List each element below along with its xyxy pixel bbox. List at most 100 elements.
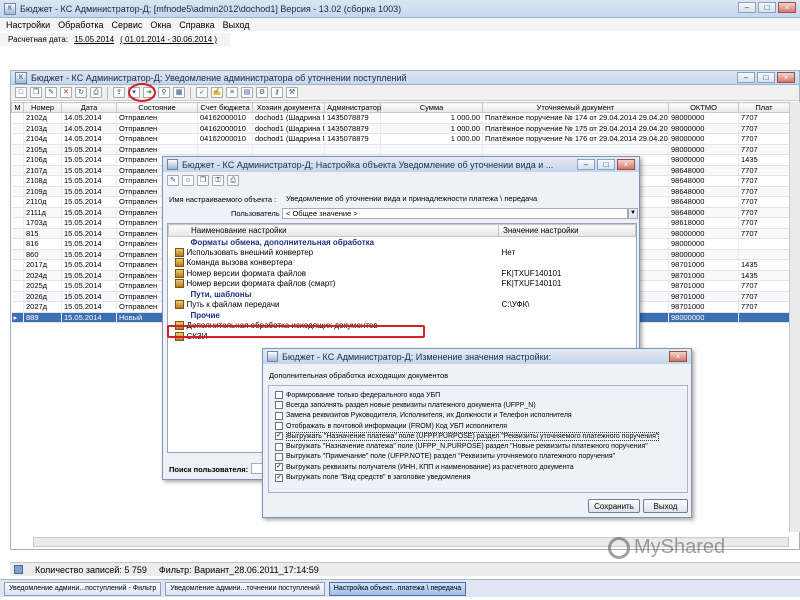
column-header[interactable]: Уточняемый документ <box>482 102 669 113</box>
settings-group[interactable]: Пути, шаблоны <box>169 289 636 300</box>
checkbox-checked[interactable]: ✓ <box>275 463 283 472</box>
report-icon[interactable]: ▤ <box>241 87 253 98</box>
option-row[interactable]: Замена реквизитов Руководителя, Исполнит… <box>275 411 687 421</box>
checkbox-unchecked[interactable] <box>275 442 283 451</box>
vertical-scrollbar[interactable] <box>789 102 800 532</box>
new-document-icon[interactable]: □ <box>15 87 27 98</box>
menu-item-3[interactable]: Окна <box>150 20 171 30</box>
option-row[interactable]: ✓ Выгружать реквизиты получателя (ИНН, КП… <box>275 462 687 472</box>
export-icon[interactable]: ⇪ <box>113 87 125 98</box>
edit-setting-icon[interactable]: ✎ <box>167 175 179 186</box>
setting-row[interactable]: Путь к файлам передачи C:\УФК\ <box>169 300 636 311</box>
row-marker <box>11 123 24 134</box>
table-cell: 98000000 <box>668 133 739 145</box>
minimize-button[interactable]: – <box>738 2 756 13</box>
column-header[interactable]: ОКТМО <box>668 102 739 113</box>
checkbox-checked[interactable]: ✓ <box>275 473 283 482</box>
setting-value <box>499 237 636 248</box>
doc-close-button[interactable]: × <box>777 72 795 83</box>
setting-row[interactable]: Использовать внешний конвертер Нет <box>169 247 636 258</box>
column-header[interactable]: Плат <box>738 102 789 113</box>
user-select-dropdown-icon[interactable]: ▼ <box>628 208 638 219</box>
option-row[interactable]: Выгружать "Примечание" поле (UFPP.NOTE) … <box>275 452 687 462</box>
checkbox-unchecked[interactable] <box>275 401 283 410</box>
option-row[interactable]: ✓ Выгружать "Назначение платежа" поле (UF… <box>275 431 687 441</box>
column-header[interactable]: Дата <box>61 102 117 113</box>
settings-maximize-button[interactable]: □ <box>597 159 615 170</box>
checkbox-unchecked[interactable] <box>275 422 283 431</box>
table-row[interactable]: 2103д 14.05.2014 Отправлен 04162000010 docho… <box>11 123 789 134</box>
exit-button[interactable]: Выход <box>643 499 688 513</box>
option-row[interactable]: Всегда заполнять раздел новые реквизиты … <box>275 400 687 410</box>
sign-icon[interactable]: ✍ <box>211 87 223 98</box>
checkbox-unchecked[interactable] <box>275 411 283 420</box>
calculator-icon[interactable]: ▦ <box>173 87 185 98</box>
refresh-icon[interactable]: ↻ <box>75 87 87 98</box>
app-title-bar: К Бюджет - КС Администратор-Д; [mfnode5\… <box>0 0 800 18</box>
print-setting-icon[interactable]: ⎙ <box>227 175 239 186</box>
menu-item-5[interactable]: Выход <box>223 20 250 30</box>
delete-icon[interactable]: ✕ <box>60 87 72 98</box>
settings-close-button[interactable]: × <box>617 159 635 170</box>
column-header[interactable]: Администратор <box>324 102 381 113</box>
taskbar-window-button[interactable]: Уведомление админи...точнении поступлени… <box>165 581 325 596</box>
change-dialog-close-button[interactable]: × <box>669 351 687 362</box>
table-row[interactable]: 2104д 14.05.2014 Отправлен 04162000010 docho… <box>11 133 789 145</box>
column-header[interactable]: Номер <box>23 102 62 113</box>
col-setting-name[interactable]: Наименование настройки <box>168 224 499 237</box>
doc-maximize-button[interactable]: □ <box>757 72 775 83</box>
settings-icon[interactable]: ⚙ <box>256 87 268 98</box>
taskbar-window-button[interactable]: Настройка объект...платежа \ передача <box>328 581 467 596</box>
list-icon[interactable]: ≡ <box>226 87 238 98</box>
taskbar-window-button[interactable]: Уведомление админи...поступлений - Фильт… <box>4 581 162 596</box>
setting-row[interactable]: Команда вызова конвертера <box>169 258 636 269</box>
menu-item-0[interactable]: Настройки <box>6 20 50 30</box>
setting-row[interactable]: Номер версии формата файлов (смарт) FK|TX… <box>169 279 636 290</box>
column-header[interactable]: Сумма <box>380 102 483 113</box>
settings-minimize-button[interactable]: – <box>577 159 595 170</box>
table-row[interactable]: 2105д 15.05.2014 Отправлен 98000000 7707 <box>11 144 789 155</box>
copy-setting-icon[interactable]: ❐ <box>197 175 209 186</box>
checkbox-unchecked[interactable] <box>275 391 283 400</box>
app-title: Бюджет - КС Администратор-Д; [mfnode5\ad… <box>20 3 402 14</box>
option-row[interactable]: Формирование только федерального кода УБ… <box>275 390 687 400</box>
menu-item-2[interactable]: Сервис <box>112 20 143 30</box>
column-header[interactable]: Хозяин документа <box>252 102 325 113</box>
users-icon[interactable]: ☺ <box>182 175 194 186</box>
print-icon[interactable]: ⎙ <box>90 87 102 98</box>
key-icon[interactable]: ⚷ <box>271 87 283 98</box>
window-taskbar: Уведомление админи...поступлений - Фильт… <box>0 579 800 597</box>
save-button[interactable]: Сохранить <box>588 499 640 513</box>
table-cell: 15.05.2014 <box>61 144 117 155</box>
copy-icon[interactable]: ❐ <box>30 87 42 98</box>
setting-row[interactable]: Номер версии формата файлов FK|TXUF140101 <box>169 268 636 279</box>
column-header[interactable]: Состояние <box>116 102 198 113</box>
user-select[interactable]: < Общее значение > <box>282 208 628 219</box>
table-row[interactable]: 2102д 14.05.2014 Отправлен 04162000010 docho… <box>11 112 789 124</box>
calc-date-value[interactable]: 15.05.2014 <box>74 35 114 44</box>
lock-icon[interactable]: ⚿ <box>212 175 224 186</box>
tools-icon[interactable]: ⚒ <box>286 87 298 98</box>
column-header[interactable]: Счет бюджета <box>197 102 253 113</box>
checkbox-checked[interactable]: ✓ <box>275 432 283 441</box>
row-marker <box>11 165 24 176</box>
table-cell: 98618000 <box>668 217 739 229</box>
edit-icon[interactable]: ✎ <box>45 87 57 98</box>
option-row[interactable]: Отображать в почтовой информации (FROM) … <box>275 421 687 431</box>
option-row[interactable]: Выгружать "Назначение платежа" поле (UFP… <box>275 441 687 451</box>
maximize-button[interactable]: □ <box>758 2 776 13</box>
settings-group[interactable]: Форматы обмена, дополнительная обработка <box>169 237 636 248</box>
toolbar-separator <box>190 86 191 99</box>
find-icon[interactable]: ⚲ <box>158 87 170 98</box>
option-row[interactable]: ✓ Выгружать поле "Вид средств" в заголовк… <box>275 472 687 482</box>
menu-item-1[interactable]: Обработка <box>58 20 103 30</box>
checkbox-unchecked[interactable] <box>275 452 283 461</box>
doc-minimize-button[interactable]: – <box>737 72 755 83</box>
col-setting-value[interactable]: Значение настройки <box>498 224 636 237</box>
close-button[interactable]: × <box>778 2 796 13</box>
check-icon[interactable]: ✓ <box>196 87 208 98</box>
period-value[interactable]: ( 01.01.2014 - 30.06.2014 ) <box>120 35 217 44</box>
settings-group[interactable]: Прочие <box>169 310 636 321</box>
column-header[interactable]: М <box>11 102 24 113</box>
menu-item-4[interactable]: Справка <box>179 20 214 30</box>
